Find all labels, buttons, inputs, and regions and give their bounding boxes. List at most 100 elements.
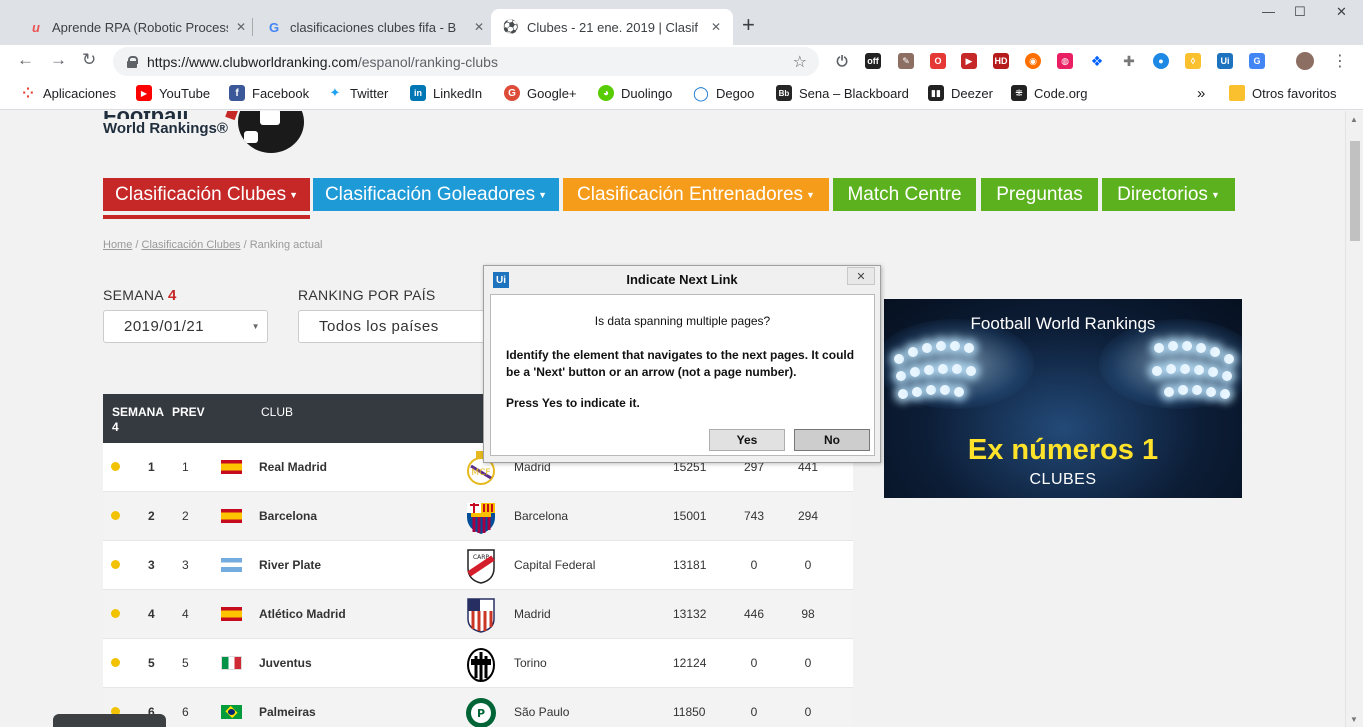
linkedin-icon: in [410, 85, 426, 101]
stadium-light [1164, 387, 1174, 397]
avatar[interactable] [1296, 52, 1314, 70]
col-prev[interactable]: PREV [172, 405, 205, 419]
download-bar-tab[interactable] [53, 714, 166, 727]
stadium-light [898, 389, 908, 399]
tab-google[interactable]: G clasificaciones clubes fifa - B ✕ [254, 9, 496, 45]
col-semana[interactable]: SEMANA [112, 405, 164, 419]
bookmark-linkedin[interactable]: in LinkedIn [410, 85, 482, 101]
forward-icon[interactable]: → [50, 50, 67, 70]
new-tab-button[interactable]: + [742, 12, 755, 38]
bookmark-blackboard[interactable]: Bb Sena – Blackboard [776, 85, 909, 101]
nav-clasificacion-goleadores[interactable]: Clasificación Goleadores ▼ [313, 178, 559, 211]
stadium-light [1208, 367, 1218, 377]
rank-previous: 6 [182, 705, 189, 719]
club-name[interactable]: Real Madrid [259, 460, 327, 474]
minimize-icon[interactable]: — [1262, 4, 1275, 19]
zoom-icon[interactable]: ● [1153, 53, 1169, 69]
maximize-icon[interactable]: ☐ [1294, 4, 1306, 20]
table-row[interactable]: 2 2 Barcelona Barcelona 15001 743 294 [103, 492, 853, 541]
nav-clasificacion-clubes[interactable]: Clasificación Clubes ▼ [103, 178, 310, 211]
club-points: 15001 [673, 509, 707, 523]
puzzle-icon[interactable]: ✚ [1121, 53, 1137, 69]
bookmark-youtube[interactable]: ▶ YouTube [136, 85, 210, 101]
window-close-icon[interactable]: ✕ [1336, 4, 1347, 20]
rank-previous: 2 [182, 509, 189, 523]
site-logo[interactable]: Football World Rankings® [103, 111, 228, 136]
opera-icon[interactable]: O [930, 53, 946, 69]
bookmark-degoo[interactable]: ◯ Degoo [693, 85, 754, 101]
club-name[interactable]: Barcelona [259, 509, 317, 523]
col-club[interactable]: CLUB [261, 405, 293, 419]
rank-previous: 3 [182, 558, 189, 572]
tab-clubes[interactable]: ⚽ Clubes - 21 ene. 2019 | Clasif ✕ [491, 9, 734, 45]
table-row[interactable]: 3 3 River Plate CARP Capital Federal 13181 0 0 [103, 541, 853, 590]
dialog-close-icon[interactable]: ✕ [847, 267, 875, 285]
scroll-thumb[interactable] [1350, 141, 1360, 241]
nav-preguntas[interactable]: Preguntas [981, 178, 1098, 211]
club-crest-icon: P [465, 695, 497, 727]
country-select[interactable]: Todos los países [298, 310, 488, 343]
reload-icon[interactable]: ↻ [82, 50, 96, 70]
yes-button[interactable]: Yes [709, 429, 785, 451]
folder-icon [1229, 85, 1245, 101]
hd-icon[interactable]: HD [993, 53, 1009, 69]
ad-banner[interactable]: Football World Rankings Ex números 1 CLU… [884, 299, 1242, 498]
bookmark-label: Degoo [716, 85, 755, 101]
bookmark-twitter[interactable]: ✦ Twitter [327, 85, 389, 101]
bookmark-apps[interactable]: ⁘ Aplicaciones [20, 85, 116, 101]
nav-clasificacion-entrenadores[interactable]: Clasificación Entrenadores ▼ [563, 178, 829, 211]
lifering-icon[interactable]: ◉ [1025, 53, 1041, 69]
translate-icon[interactable]: G [1249, 53, 1265, 69]
tab-close-icon[interactable]: ✕ [474, 20, 484, 34]
tab-close-icon[interactable]: ✕ [711, 20, 721, 34]
menu-icon[interactable]: ⋮ [1332, 51, 1348, 71]
page-scrollbar[interactable]: ▲ ▼ [1345, 111, 1363, 727]
dropbox-icon[interactable]: ❖ [1089, 53, 1105, 69]
power-icon[interactable]: ⏻ [834, 53, 850, 69]
breadcrumb-home[interactable]: Home [103, 239, 132, 251]
bookmark-other-favorites[interactable]: Otros favoritos [1229, 85, 1337, 101]
keep-icon[interactable]: ◊ [1185, 53, 1201, 69]
url-host: https://www.clubworldranking.com [147, 53, 358, 70]
date-select[interactable]: 2019/01/21 ▼ [103, 310, 268, 343]
club-name[interactable]: River Plate [259, 558, 321, 572]
table-row[interactable]: 6 6 Palmeiras P São Paulo 11850 0 0 [103, 688, 853, 727]
dribbble-icon[interactable]: ◍ [1057, 53, 1073, 69]
table-row[interactable]: 4 4 Atlético Madrid Madrid 13132 446 98 [103, 590, 853, 639]
bookmark-label: Google+ [527, 85, 577, 101]
picker-icon[interactable]: ✎ [898, 53, 914, 69]
tab-close-icon[interactable]: ✕ [236, 20, 246, 34]
back-icon[interactable]: ← [17, 50, 34, 70]
scroll-down-icon[interactable]: ▼ [1350, 715, 1358, 724]
bookmark-facebook[interactable]: f Facebook [229, 85, 309, 101]
bookmark-label: LinkedIn [433, 85, 483, 101]
facebook-icon: f [229, 85, 245, 101]
degoo-icon: ◯ [693, 84, 709, 101]
adblock-icon[interactable]: off [865, 53, 881, 69]
breadcrumb-clubs[interactable]: Clasificación Clubes [142, 239, 241, 251]
dialog-message: Identify the element that navigates to t… [506, 348, 855, 379]
bookmark-duolingo[interactable]: ◕ Duolingo [598, 85, 672, 101]
nav-match-centre[interactable]: Match Centre [833, 178, 976, 211]
tab-separator [252, 18, 253, 36]
tab-udemy[interactable]: u Aprende RPA (Robotic Process ✕ [16, 9, 258, 45]
uipath-icon[interactable]: Ui [1217, 53, 1233, 69]
bookmark-star-icon[interactable]: ☆ [793, 52, 807, 72]
play-icon[interactable]: ▶ [961, 53, 977, 69]
bookmarks-more-icon[interactable]: » [1197, 85, 1205, 102]
rank-position: 3 [148, 558, 155, 572]
stadium-light [910, 367, 920, 377]
no-button[interactable]: No [794, 429, 870, 451]
scroll-up-icon[interactable]: ▲ [1350, 115, 1358, 124]
stadium-light [954, 387, 964, 397]
bookmark-deezer[interactable]: ▮▮ Deezer [928, 85, 993, 101]
nav-directorios[interactable]: Directorios ▼ [1102, 178, 1235, 211]
bookmark-codeorg[interactable]: ⁜ Code.org [1011, 85, 1087, 101]
club-name[interactable]: Atlético Madrid [259, 607, 346, 621]
table-row[interactable]: 5 5 Juventus Torino 12124 0 0 [103, 639, 853, 688]
club-name[interactable]: Juventus [259, 656, 312, 670]
bookmark-google-plus[interactable]: G Google+ [504, 85, 577, 101]
blackboard-icon: Bb [776, 85, 792, 101]
address-bar[interactable]: https://www.clubworldranking.com/espanol… [113, 47, 819, 76]
club-name[interactable]: Palmeiras [259, 705, 316, 719]
